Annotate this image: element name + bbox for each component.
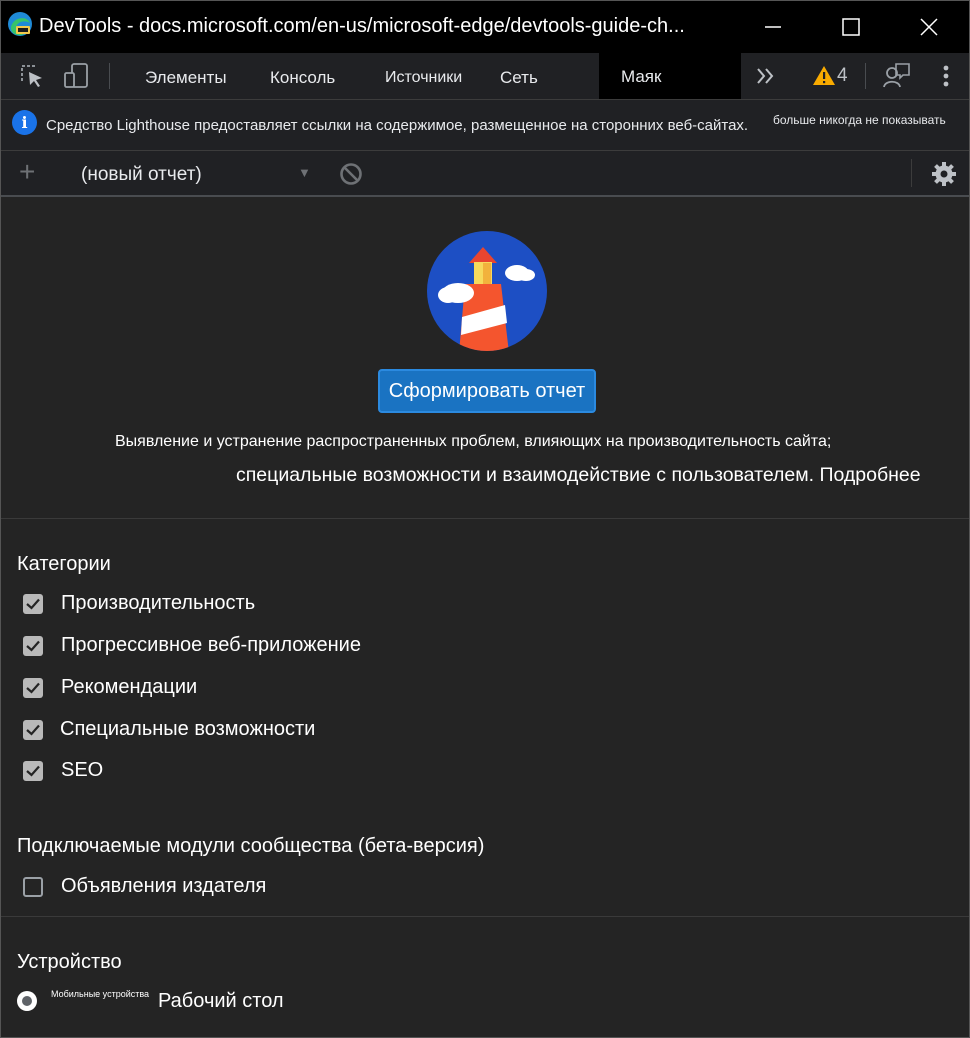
category-label: SEO — [61, 759, 104, 781]
clear-all-icon[interactable] — [339, 162, 363, 186]
section-divider — [1, 518, 969, 519]
window-title: DevTools - docs.microsoft.com/en-us/micr… — [39, 15, 685, 37]
category-label: Производительность — [61, 592, 256, 614]
feedback-icon[interactable] — [881, 61, 911, 91]
device-desktop-label[interactable]: Рабочий стол — [158, 990, 284, 1013]
checkbox-checked[interactable] — [23, 720, 43, 740]
checkbox-unchecked[interactable] — [23, 877, 43, 897]
device-radio-mobile[interactable] — [17, 991, 37, 1011]
info-icon: i — [12, 110, 37, 135]
checkmark-icon — [26, 724, 40, 736]
plugins-title: Подключаемые модули сообщества (бета-вер… — [17, 835, 485, 857]
info-bar: i Средство Lighthouse предоставляет ссыл… — [1, 100, 969, 151]
device-title: Устройство — [17, 951, 122, 973]
tab-lighthouse[interactable]: Маяк — [599, 53, 741, 99]
chevron-down-icon[interactable]: ▼ — [298, 165, 311, 180]
close-icon — [920, 18, 938, 36]
plugin-label: Объявления издателя — [61, 875, 267, 897]
lighthouse-panel: Сформировать отчет Выявление и устранени… — [1, 197, 969, 1037]
minimize-button[interactable] — [743, 1, 803, 53]
edge-app-icon — [8, 12, 32, 36]
more-options-icon[interactable] — [931, 61, 961, 91]
toolbar-divider — [865, 63, 866, 89]
toolbar-divider — [911, 159, 912, 187]
checkbox-checked[interactable] — [23, 678, 43, 698]
checkmark-icon — [26, 765, 40, 777]
tab-sources[interactable]: Источники — [385, 53, 462, 99]
checkmark-icon — [26, 640, 40, 652]
category-label: Рекомендации — [61, 676, 198, 698]
category-label: Специальные возможности — [60, 718, 316, 740]
device-mobile-label: Мобильные устройства — [51, 989, 150, 999]
category-label: Прогрессивное веб-приложение — [61, 634, 361, 656]
checkbox-checked[interactable] — [23, 761, 43, 781]
maximize-icon — [842, 18, 860, 36]
devtools-tab-bar: Элементы Консоль Источники Сеть Маяк 4 — [1, 53, 969, 100]
section-divider — [1, 916, 969, 917]
tab-elements[interactable]: Элементы — [145, 53, 227, 99]
tab-console[interactable]: Консоль — [270, 53, 335, 99]
checkmark-icon — [26, 682, 40, 694]
checkmark-icon — [26, 598, 40, 610]
info-message: Средство Lighthouse предоставляет ссылки… — [46, 117, 749, 134]
generate-report-button[interactable]: Сформировать отчет — [378, 369, 596, 413]
toolbar-divider — [109, 63, 110, 89]
report-select[interactable]: (новый отчет) — [81, 164, 202, 186]
title-bar: DevTools - docs.microsoft.com/en-us/micr… — [1, 1, 969, 53]
settings-gear-icon[interactable] — [930, 160, 958, 188]
warning-count[interactable]: 4 — [837, 65, 848, 87]
categories-title: Категории — [17, 553, 111, 575]
tab-network[interactable]: Сеть — [500, 53, 538, 99]
warning-icon[interactable] — [809, 61, 839, 91]
new-report-plus-icon[interactable]: + — [19, 157, 35, 187]
lighthouse-logo-icon — [427, 231, 547, 351]
description-line-1: Выявление и устранение распространенных … — [115, 433, 832, 450]
close-window-button[interactable] — [899, 1, 959, 53]
checkbox-checked[interactable] — [23, 636, 43, 656]
checkbox-checked[interactable] — [23, 594, 43, 614]
more-tabs-icon[interactable] — [751, 61, 781, 91]
dont-show-again-link[interactable]: больше никогда не показывать — [773, 113, 946, 127]
description-line-2: специальные возможности и взаимодействие… — [236, 464, 921, 486]
minimize-icon — [765, 26, 781, 28]
report-toolbar: + (новый отчет) ▼ — [1, 151, 969, 197]
inspect-element-icon[interactable] — [17, 61, 47, 91]
devtools-window: DevTools - docs.microsoft.com/en-us/micr… — [0, 0, 970, 1038]
device-emulation-icon[interactable] — [61, 61, 91, 91]
maximize-button[interactable] — [821, 1, 881, 53]
